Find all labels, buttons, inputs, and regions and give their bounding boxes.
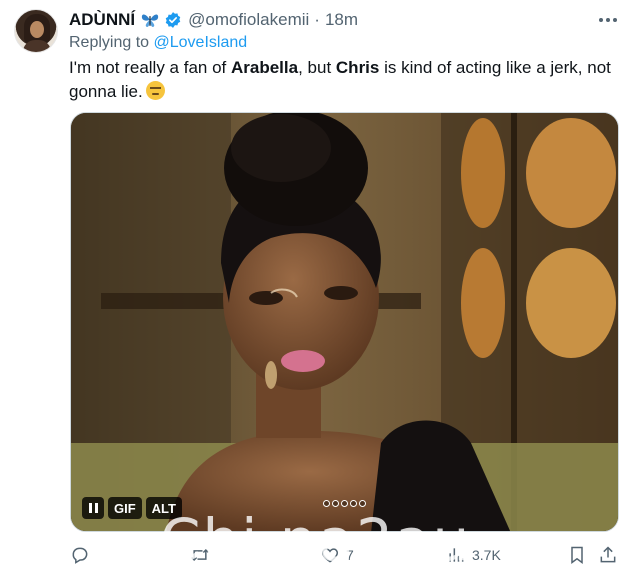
avatar-face [30,21,44,38]
loading-dots [323,500,366,507]
loading-dot [359,500,366,507]
loading-dot [332,500,339,507]
replying-prefix: Replying to [69,34,154,51]
views-count: 3.7K [472,547,501,563]
bookmark-icon [571,546,583,564]
reply-button[interactable] [70,540,90,570]
gif-controls: GIF ALT [82,497,182,519]
verified-badge-icon[interactable] [164,11,182,29]
avatar-body [23,40,51,52]
unamused-face-emoji-icon [145,81,165,100]
loading-dot [341,500,348,507]
pause-icon [94,503,98,513]
heart-icon [321,548,339,563]
replying-to: Replying to @LoveIsland [69,34,247,52]
views-button[interactable]: 3.7K [446,540,501,570]
retweet-icon [191,548,209,562]
bookmark-button[interactable] [567,540,587,570]
like-button[interactable]: 7 [320,540,354,570]
tweet-text-part: , but [298,58,336,77]
share-button[interactable] [598,540,618,570]
pause-icon [88,503,92,513]
tweet: ADÙNNÍ @omofiolakemii · 18m Replying to … [0,0,634,578]
retweet-button[interactable] [190,540,210,570]
timestamp[interactable]: 18m [325,10,358,30]
avatar[interactable] [14,9,58,53]
author-handle[interactable]: @omofiolakemii [188,10,309,30]
more-dot [613,18,617,22]
more-dot [599,18,603,22]
tweet-text-part: I'm not really a fan of [69,58,231,77]
reply-icon [72,547,88,564]
tweet-header: ADÙNNÍ @omofiolakemii · 18m [69,9,358,31]
analytics-icon [449,548,464,562]
loading-dot [323,500,330,507]
separator-dot: · [314,10,320,29]
more-icon[interactable] [596,10,620,30]
tweet-text: I'm not really a fan of Arabella, but Ch… [69,56,614,104]
alt-button[interactable]: ALT [145,497,182,519]
loading-dot [350,500,357,507]
replying-mention[interactable]: @LoveIsland [154,34,248,51]
gif-media[interactable] [70,112,619,532]
action-bar: 7 3.7K [62,540,624,570]
share-icon [600,546,616,563]
pause-button[interactable] [82,497,104,519]
tweet-text-bold: Chris [335,58,380,77]
more-dot [606,18,610,22]
tweet-text-bold: Arabella [231,58,299,77]
like-count: 7 [346,547,354,563]
butterfly-emoji-icon [140,12,160,28]
gif-frame [71,113,618,531]
author-name[interactable]: ADÙNNÍ [69,10,135,30]
gif-badge: GIF [108,497,142,519]
